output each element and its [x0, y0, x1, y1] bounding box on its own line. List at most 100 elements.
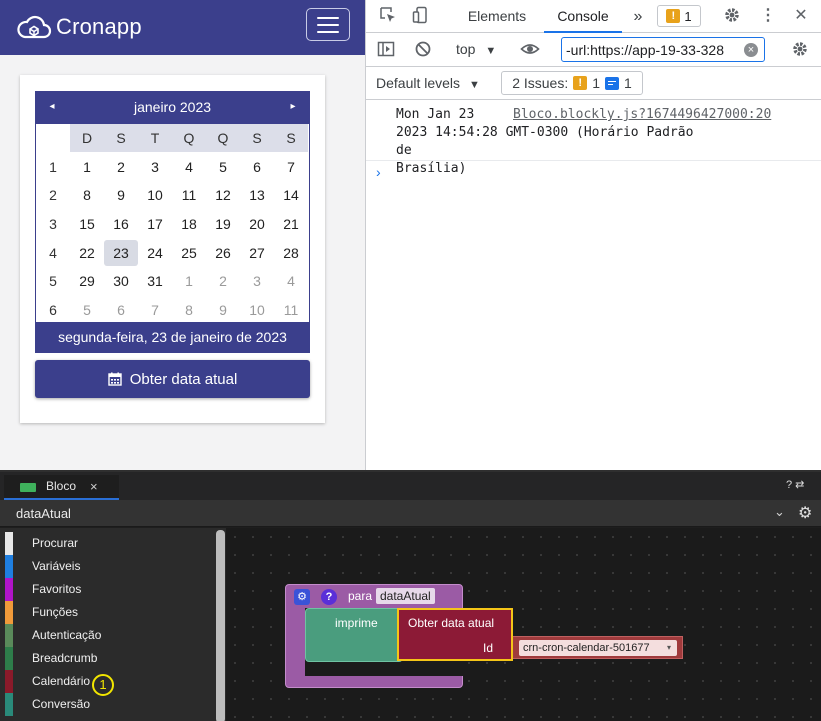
toolbox-category[interactable]: Variáveis	[0, 555, 215, 578]
calendar-day[interactable]: 13	[240, 182, 274, 208]
editor-tabbar: Bloco × ? ⇄	[0, 472, 821, 500]
toolbox-category[interactable]: Funções	[0, 601, 215, 624]
calendar-day[interactable]: 2	[104, 154, 138, 180]
calendar-day[interactable]: 1	[172, 268, 206, 294]
calendar-day[interactable]: 8	[70, 182, 104, 208]
function-name-field[interactable]: dataAtual	[376, 588, 435, 604]
console-prompt-chevron[interactable]: ›	[376, 164, 381, 180]
calendar-day[interactable]: 3	[138, 154, 172, 180]
calendar-day[interactable]: 12	[206, 182, 240, 208]
editor-help-icons[interactable]: ? ⇄	[786, 478, 804, 491]
log-levels-select[interactable]: Default levels ▼	[376, 75, 480, 91]
component-id-dropdown[interactable]: crn-cron-calendar-501677 ▾	[519, 640, 677, 656]
calendar-day[interactable]: 10	[138, 182, 172, 208]
device-toolbar-icon[interactable]	[411, 6, 431, 26]
tab-console[interactable]: Console	[544, 0, 622, 33]
calendar-day[interactable]: 4	[172, 154, 206, 180]
more-tabs-button[interactable]: »	[628, 0, 648, 33]
calendar-day[interactable]: 4	[274, 268, 308, 294]
issues-badge-count: 1	[684, 8, 692, 24]
calendar-day[interactable]: 2	[206, 268, 240, 294]
gear-icon[interactable]: ⚙	[294, 589, 310, 605]
toolbox-category[interactable]: Favoritos	[0, 578, 215, 601]
calendar-day[interactable]: 27	[240, 240, 274, 266]
clear-filter-icon[interactable]: ×	[744, 43, 758, 57]
get-current-date-block-label: Obter data atual	[408, 616, 495, 630]
context-select[interactable]: top ▼	[456, 41, 496, 57]
calendar-day[interactable]: 7	[274, 154, 308, 180]
calendar-day[interactable]: 5	[206, 154, 240, 180]
calendar-day[interactable]: 23	[104, 239, 138, 266]
calendar-next-button[interactable]: ▸	[283, 92, 303, 124]
warning-icon: !	[573, 76, 588, 90]
get-current-date-button[interactable]: Obter data atual	[35, 360, 310, 398]
clear-console-icon[interactable]	[413, 40, 433, 60]
calendar-day[interactable]: 5	[70, 297, 104, 323]
calendar-day[interactable]: 6	[104, 297, 138, 323]
more-options-icon[interactable]: ⋮	[758, 6, 778, 26]
calendar-day[interactable]: 22	[70, 240, 104, 266]
calendar-day[interactable]: 25	[172, 240, 206, 266]
function-select[interactable]: dataAtual	[16, 506, 71, 521]
console-toolbar: top ▼ ×	[366, 33, 821, 67]
calendar-month-label[interactable]: janeiro 2023	[36, 92, 309, 124]
calendar-day[interactable]: 7	[138, 297, 172, 323]
calendar-footer[interactable]: segunda-feira, 23 de janeiro de 2023	[36, 322, 309, 352]
calendar-prev-button[interactable]: ◂	[42, 92, 62, 124]
toolbox-category-label: Funções	[32, 605, 79, 619]
calendar-day[interactable]: 18	[172, 211, 206, 237]
print-block[interactable]: imprime	[305, 608, 403, 662]
calendar-day[interactable]: 9	[104, 182, 138, 208]
console-log-source-link[interactable]: Bloco.blockly.js?1674496427000:20	[513, 106, 772, 124]
tab-elements[interactable]: Elements	[458, 0, 536, 33]
calendar-day[interactable]: 9	[206, 297, 240, 323]
inspect-element-icon[interactable]	[378, 6, 398, 26]
menu-toggle-button[interactable]	[306, 8, 350, 41]
calendar-day[interactable]: 11	[172, 182, 206, 208]
help-icon[interactable]: ?	[321, 589, 337, 605]
close-devtools-icon[interactable]: ✕	[791, 6, 811, 26]
get-current-date-block[interactable]: Obter data atual Id	[397, 608, 513, 661]
calendar-day[interactable]: 15	[70, 211, 104, 237]
calendar-day[interactable]: 30	[104, 268, 138, 294]
component-id-block[interactable]: crn-cron-calendar-501677 ▾	[511, 636, 683, 659]
calendar-day[interactable]: 20	[240, 211, 274, 237]
calendar-day[interactable]: 11	[274, 297, 308, 323]
calendar-day[interactable]: 21	[274, 211, 308, 237]
editor-tab-bloco[interactable]: Bloco ×	[4, 475, 119, 500]
console-filter-input[interactable]	[561, 37, 765, 62]
calendar-day[interactable]: 8	[172, 297, 206, 323]
toolbox-scrollbar[interactable]	[216, 530, 225, 721]
toolbox-category[interactable]: Conversão	[0, 693, 215, 716]
settings-gear-icon[interactable]	[722, 6, 742, 26]
toggle-sidebar-icon[interactable]	[376, 40, 396, 60]
calendar-day[interactable]: 17	[138, 211, 172, 237]
calendar-day[interactable]: 24	[138, 240, 172, 266]
chevron-down-icon[interactable]: ⌄	[774, 504, 785, 520]
calendar-day[interactable]: 19	[206, 211, 240, 237]
calendar-day[interactable]: 28	[274, 240, 308, 266]
step-badge: 1	[92, 674, 114, 696]
editor-settings-gear-icon[interactable]: ⚙	[798, 503, 812, 523]
calendar-day[interactable]: 16	[104, 211, 138, 237]
calendar-day[interactable]: 26	[206, 240, 240, 266]
toolbox-category[interactable]: Procurar	[0, 532, 215, 555]
app-logo[interactable]: Cronapp	[16, 13, 142, 41]
close-tab-icon[interactable]: ×	[90, 475, 98, 498]
calendar-day[interactable]: 6	[240, 154, 274, 180]
calendar-day[interactable]: 10	[240, 297, 274, 323]
calendar-day[interactable]: 14	[274, 182, 308, 208]
console-settings-gear-icon[interactable]	[790, 40, 810, 60]
toolbox-category-label: Calendário	[32, 674, 91, 688]
calendar-day[interactable]: 1	[70, 154, 104, 180]
issues-badge[interactable]: ! 1	[657, 5, 701, 27]
calendar-day[interactable]: 3	[240, 268, 274, 294]
issues-button[interactable]: 2 Issues: ! 1 1	[501, 71, 643, 95]
category-color-swatch	[5, 670, 13, 693]
eye-icon[interactable]	[520, 40, 540, 60]
calendar-day[interactable]: 29	[70, 268, 104, 294]
toolbox-category[interactable]: Autenticação	[0, 624, 215, 647]
calendar-icon	[108, 372, 122, 386]
toolbox-category[interactable]: Breadcrumb	[0, 647, 215, 670]
calendar-day[interactable]: 31	[138, 268, 172, 294]
